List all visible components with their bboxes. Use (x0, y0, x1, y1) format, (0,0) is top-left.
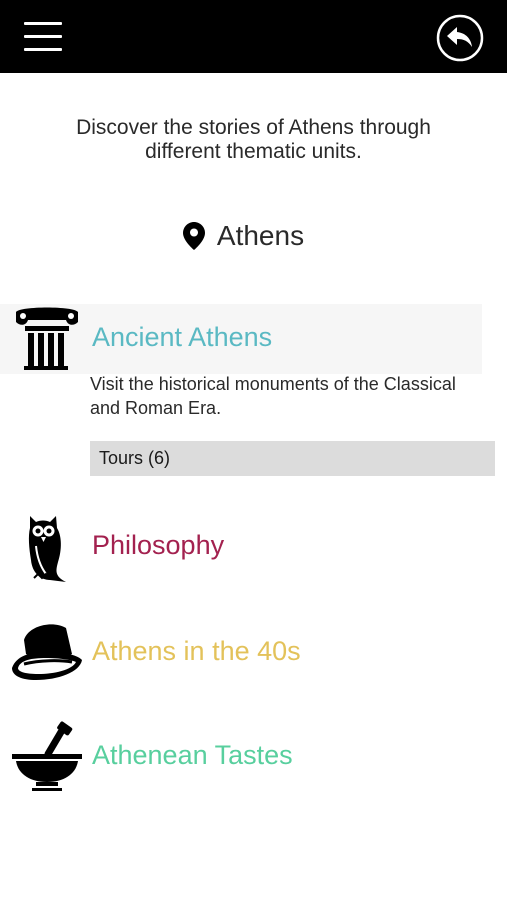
back-button[interactable] (436, 14, 484, 62)
unit-title: Athens in the 40s (92, 636, 301, 666)
intro-text: Discover the stories of Athens through d… (76, 116, 431, 163)
tours-button[interactable]: Tours (6) (90, 441, 495, 476)
top-bar (0, 0, 507, 73)
menu-line (24, 48, 62, 51)
unit-title: Athenean Tastes (92, 740, 293, 770)
location-pin-icon (182, 222, 205, 250)
column-icon (16, 307, 78, 370)
unit-athenean-tastes[interactable]: Athenean Tastes (0, 718, 507, 798)
unit-ancient-athens[interactable]: Ancient Athens (0, 304, 507, 376)
location-row: Athens (0, 216, 507, 256)
hamburger-menu-icon[interactable] (24, 20, 64, 54)
unit-athens-40s[interactable]: Athens in the 40s (0, 612, 507, 692)
unit-title: Ancient Athens (92, 322, 273, 352)
menu-line (24, 22, 62, 25)
menu-line (24, 35, 62, 38)
location-name: Athens (216, 220, 305, 251)
unit-philosophy[interactable]: Philosophy (0, 508, 507, 588)
fedora-hat-icon (12, 624, 82, 680)
owl-icon (28, 516, 67, 582)
mortar-pestle-icon (12, 721, 82, 791)
unit-description: Visit the historical monuments of the Cl… (90, 374, 456, 418)
back-arrow-icon (436, 14, 484, 62)
unit-title: Philosophy (92, 530, 225, 560)
